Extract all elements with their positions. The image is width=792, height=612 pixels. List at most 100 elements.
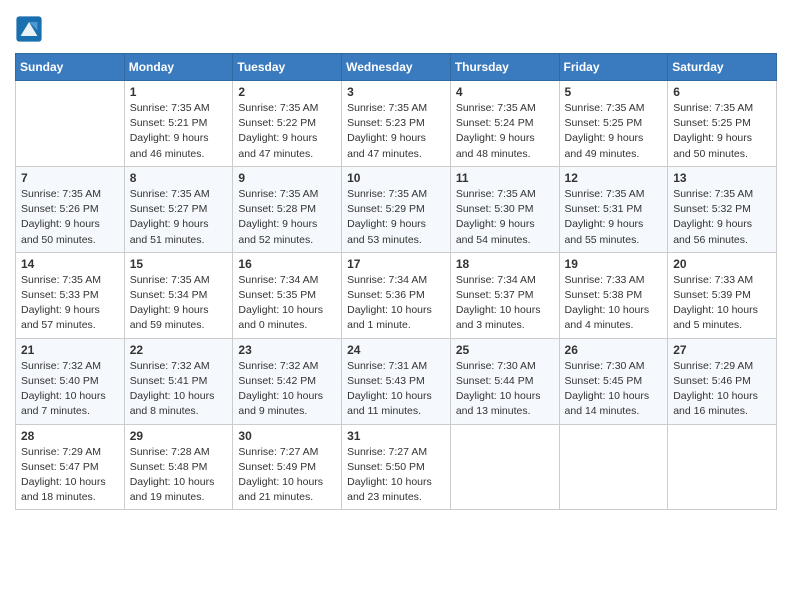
calendar-week-4: 21 Sunrise: 7:32 AMSunset: 5:40 PMDayligh… (16, 338, 777, 424)
calendar-cell (16, 81, 125, 167)
day-info: Sunrise: 7:30 AMSunset: 5:44 PMDaylight:… (456, 359, 554, 420)
day-number: 11 (456, 171, 554, 185)
day-number: 3 (347, 85, 445, 99)
weekday-header-thursday: Thursday (450, 54, 559, 81)
day-number: 21 (21, 343, 119, 357)
day-info: Sunrise: 7:35 AMSunset: 5:27 PMDaylight:… (130, 187, 228, 248)
calendar-cell: 18 Sunrise: 7:34 AMSunset: 5:37 PMDayligh… (450, 252, 559, 338)
day-info: Sunrise: 7:34 AMSunset: 5:37 PMDaylight:… (456, 273, 554, 334)
day-number: 28 (21, 429, 119, 443)
calendar-cell: 17 Sunrise: 7:34 AMSunset: 5:36 PMDayligh… (342, 252, 451, 338)
day-number: 15 (130, 257, 228, 271)
day-info: Sunrise: 7:33 AMSunset: 5:38 PMDaylight:… (565, 273, 663, 334)
day-number: 10 (347, 171, 445, 185)
day-number: 14 (21, 257, 119, 271)
day-number: 20 (673, 257, 771, 271)
day-info: Sunrise: 7:35 AMSunset: 5:34 PMDaylight:… (130, 273, 228, 334)
day-number: 25 (456, 343, 554, 357)
day-info: Sunrise: 7:29 AMSunset: 5:47 PMDaylight:… (21, 445, 119, 506)
day-info: Sunrise: 7:32 AMSunset: 5:40 PMDaylight:… (21, 359, 119, 420)
calendar-cell: 6 Sunrise: 7:35 AMSunset: 5:25 PMDaylight… (668, 81, 777, 167)
day-info: Sunrise: 7:34 AMSunset: 5:35 PMDaylight:… (238, 273, 336, 334)
day-info: Sunrise: 7:27 AMSunset: 5:50 PMDaylight:… (347, 445, 445, 506)
calendar-cell: 30Sunrise: 7:27 AMSunset: 5:49 PMDayligh… (233, 424, 342, 510)
day-info: Sunrise: 7:33 AMSunset: 5:39 PMDaylight:… (673, 273, 771, 334)
day-info: Sunrise: 7:35 AMSunset: 5:33 PMDaylight:… (21, 273, 119, 334)
day-info: Sunrise: 7:31 AMSunset: 5:43 PMDaylight:… (347, 359, 445, 420)
day-info: Sunrise: 7:35 AMSunset: 5:29 PMDaylight:… (347, 187, 445, 248)
calendar-cell: 11Sunrise: 7:35 AMSunset: 5:30 PMDayligh… (450, 166, 559, 252)
weekday-header-tuesday: Tuesday (233, 54, 342, 81)
calendar-cell: 29 Sunrise: 7:28 AMSunset: 5:48 PMDayligh… (124, 424, 233, 510)
day-info: Sunrise: 7:32 AMSunset: 5:42 PMDaylight:… (238, 359, 336, 420)
calendar-cell (450, 424, 559, 510)
calendar-cell: 27 Sunrise: 7:29 AMSunset: 5:46 PMDayligh… (668, 338, 777, 424)
calendar-cell: 8 Sunrise: 7:35 AMSunset: 5:27 PMDaylight… (124, 166, 233, 252)
day-info: Sunrise: 7:35 AMSunset: 5:26 PMDaylight:… (21, 187, 119, 248)
day-info: Sunrise: 7:29 AMSunset: 5:46 PMDaylight:… (673, 359, 771, 420)
day-number: 12 (565, 171, 663, 185)
weekday-header-saturday: Saturday (668, 54, 777, 81)
day-number: 23 (238, 343, 336, 357)
calendar-cell: 16Sunrise: 7:34 AMSunset: 5:35 PMDayligh… (233, 252, 342, 338)
calendar-week-2: 7 Sunrise: 7:35 AMSunset: 5:26 PMDaylight… (16, 166, 777, 252)
calendar-cell: 24 Sunrise: 7:31 AMSunset: 5:43 PMDayligh… (342, 338, 451, 424)
day-number: 30 (238, 429, 336, 443)
day-info: Sunrise: 7:34 AMSunset: 5:36 PMDaylight:… (347, 273, 445, 334)
calendar-cell: 23 Sunrise: 7:32 AMSunset: 5:42 PMDayligh… (233, 338, 342, 424)
day-info: Sunrise: 7:30 AMSunset: 5:45 PMDaylight:… (565, 359, 663, 420)
calendar-week-5: 28 Sunrise: 7:29 AMSunset: 5:47 PMDayligh… (16, 424, 777, 510)
calendar-cell: 9 Sunrise: 7:35 AMSunset: 5:28 PMDaylight… (233, 166, 342, 252)
day-info: Sunrise: 7:35 AMSunset: 5:23 PMDaylight:… (347, 101, 445, 162)
day-number: 26 (565, 343, 663, 357)
calendar-cell: 2 Sunrise: 7:35 AMSunset: 5:22 PMDaylight… (233, 81, 342, 167)
day-number: 24 (347, 343, 445, 357)
logo (15, 15, 47, 43)
calendar-cell: 3 Sunrise: 7:35 AMSunset: 5:23 PMDaylight… (342, 81, 451, 167)
day-info: Sunrise: 7:32 AMSunset: 5:41 PMDaylight:… (130, 359, 228, 420)
calendar-cell: 15 Sunrise: 7:35 AMSunset: 5:34 PMDayligh… (124, 252, 233, 338)
calendar-cell: 20 Sunrise: 7:33 AMSunset: 5:39 PMDayligh… (668, 252, 777, 338)
calendar-cell: 13Sunrise: 7:35 AMSunset: 5:32 PMDayligh… (668, 166, 777, 252)
calendar-cell (559, 424, 668, 510)
day-info: Sunrise: 7:35 AMSunset: 5:28 PMDaylight:… (238, 187, 336, 248)
logo-icon (15, 15, 43, 43)
day-number: 7 (21, 171, 119, 185)
day-number: 13 (673, 171, 771, 185)
day-info: Sunrise: 7:35 AMSunset: 5:22 PMDaylight:… (238, 101, 336, 162)
weekday-header-monday: Monday (124, 54, 233, 81)
calendar-cell: 14 Sunrise: 7:35 AMSunset: 5:33 PMDayligh… (16, 252, 125, 338)
calendar-cell: 25 Sunrise: 7:30 AMSunset: 5:44 PMDayligh… (450, 338, 559, 424)
calendar-cell: 22 Sunrise: 7:32 AMSunset: 5:41 PMDayligh… (124, 338, 233, 424)
weekday-header-sunday: Sunday (16, 54, 125, 81)
calendar-cell: 19 Sunrise: 7:33 AMSunset: 5:38 PMDayligh… (559, 252, 668, 338)
day-number: 9 (238, 171, 336, 185)
calendar-body: 1 Sunrise: 7:35 AMSunset: 5:21 PMDaylight… (16, 81, 777, 510)
day-number: 6 (673, 85, 771, 99)
day-info: Sunrise: 7:35 AMSunset: 5:24 PMDaylight:… (456, 101, 554, 162)
day-number: 27 (673, 343, 771, 357)
calendar-cell (668, 424, 777, 510)
day-number: 5 (565, 85, 663, 99)
day-number: 29 (130, 429, 228, 443)
day-info: Sunrise: 7:28 AMSunset: 5:48 PMDaylight:… (130, 445, 228, 506)
day-number: 18 (456, 257, 554, 271)
day-number: 22 (130, 343, 228, 357)
day-number: 1 (130, 85, 228, 99)
calendar-cell: 1 Sunrise: 7:35 AMSunset: 5:21 PMDaylight… (124, 81, 233, 167)
weekday-header-friday: Friday (559, 54, 668, 81)
calendar-table: SundayMondayTuesdayWednesdayThursdayFrid… (15, 53, 777, 510)
day-number: 17 (347, 257, 445, 271)
calendar-week-1: 1 Sunrise: 7:35 AMSunset: 5:21 PMDaylight… (16, 81, 777, 167)
day-info: Sunrise: 7:35 AMSunset: 5:25 PMDaylight:… (673, 101, 771, 162)
day-number: 31 (347, 429, 445, 443)
calendar-week-3: 14 Sunrise: 7:35 AMSunset: 5:33 PMDayligh… (16, 252, 777, 338)
day-number: 8 (130, 171, 228, 185)
calendar-cell: 21 Sunrise: 7:32 AMSunset: 5:40 PMDayligh… (16, 338, 125, 424)
day-info: Sunrise: 7:35 AMSunset: 5:21 PMDaylight:… (130, 101, 228, 162)
day-number: 19 (565, 257, 663, 271)
calendar-header: SundayMondayTuesdayWednesdayThursdayFrid… (16, 54, 777, 81)
calendar-cell: 10 Sunrise: 7:35 AMSunset: 5:29 PMDayligh… (342, 166, 451, 252)
day-info: Sunrise: 7:35 AMSunset: 5:25 PMDaylight:… (565, 101, 663, 162)
day-number: 2 (238, 85, 336, 99)
